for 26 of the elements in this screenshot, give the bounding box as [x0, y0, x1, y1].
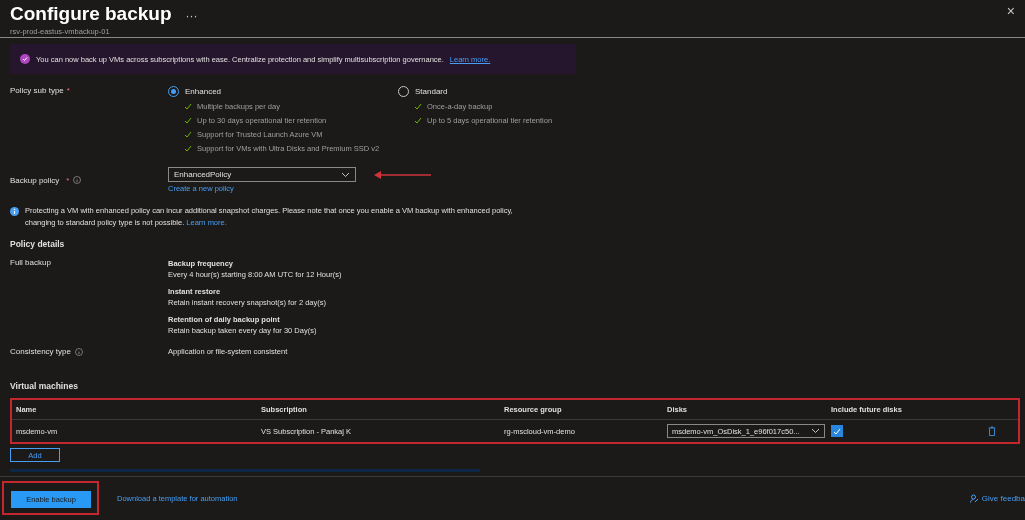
- label-text: Backup policy: [10, 175, 60, 185]
- radio-label: Enhanced: [185, 87, 222, 96]
- radio-label: Standard: [415, 87, 448, 96]
- info-icon: [73, 176, 82, 184]
- feedback-icon: [969, 493, 979, 503]
- feedback-link[interactable]: Give feedba: [969, 493, 1025, 503]
- required-mark: *: [66, 175, 70, 185]
- checkbox[interactable]: [831, 425, 843, 437]
- section-heading: Virtual machines: [10, 381, 79, 391]
- field-label: Full backup: [10, 258, 52, 269]
- label-text: Policy sub type: [10, 86, 64, 95]
- info-icon: [74, 347, 83, 356]
- pointer-arrow: [374, 170, 432, 179]
- section-heading: Policy details: [10, 239, 66, 249]
- policy-dropdown[interactable]: EnhancedPolicy: [168, 167, 356, 182]
- chevron-down-icon: [811, 428, 820, 434]
- close-button[interactable]: ×: [1006, 3, 1015, 19]
- chevron-down-icon: [341, 171, 350, 178]
- required-mark: *: [66, 86, 70, 95]
- check-icon: [833, 427, 841, 435]
- page-title: Configure backup: [10, 3, 172, 25]
- more-button[interactable]: ···: [185, 9, 198, 23]
- delete-icon[interactable]: [988, 426, 996, 436]
- label-text: Consistency type: [10, 347, 71, 356]
- info-icon: [10, 207, 19, 216]
- badge-check-icon: [20, 54, 30, 64]
